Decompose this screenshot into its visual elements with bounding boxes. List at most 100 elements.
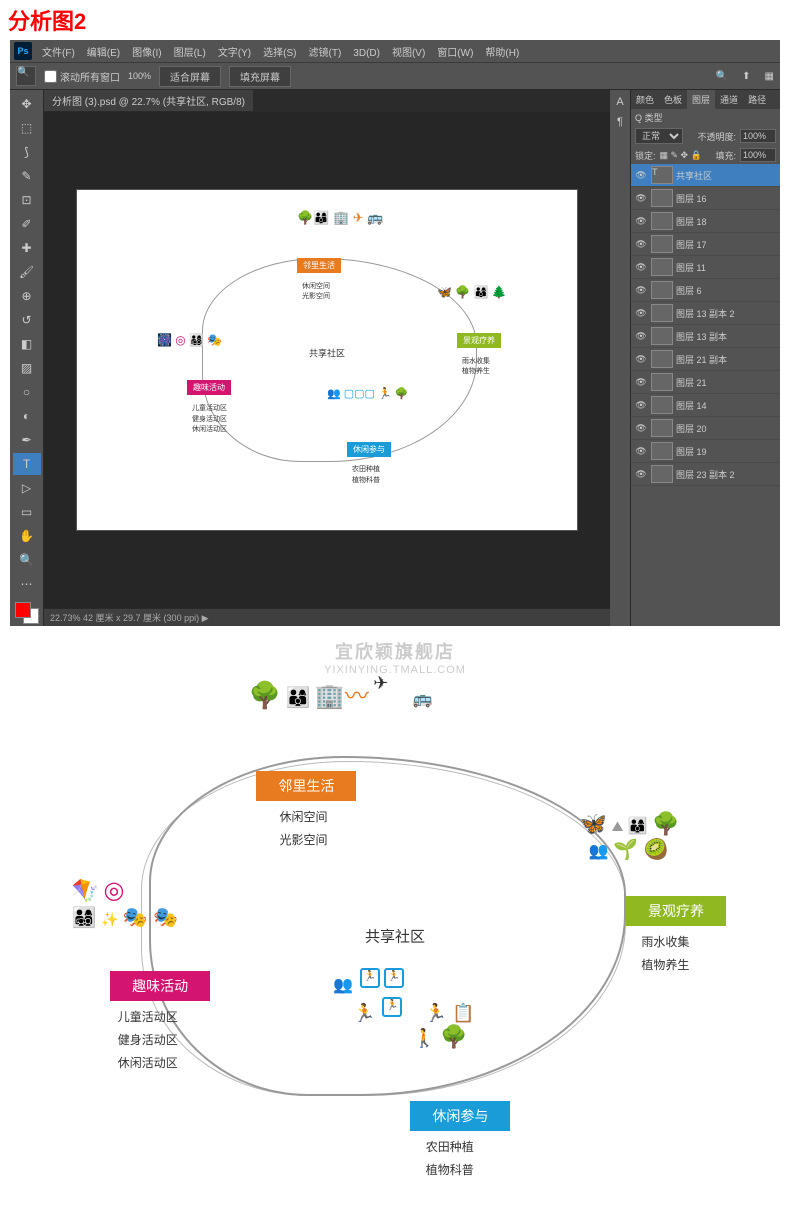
share-icon[interactable]: ⬆ — [742, 71, 750, 82]
layer-thumb — [651, 442, 673, 460]
ps-logo-icon: Ps — [14, 42, 32, 60]
layer-row[interactable]: 👁图层 14 — [631, 394, 780, 417]
visibility-icon[interactable]: 👁 — [634, 170, 648, 181]
hand-tool[interactable]: ✋ — [13, 525, 41, 547]
layer-row[interactable]: 👁图层 16 — [631, 187, 780, 210]
panel-tab[interactable]: 通道 — [715, 90, 743, 109]
layer-name: 图层 18 — [676, 215, 777, 228]
menu-item[interactable]: 视图(V) — [386, 48, 431, 59]
type-tool[interactable]: T — [13, 453, 41, 475]
visibility-icon[interactable]: 👁 — [634, 239, 648, 250]
lg-orange-icons: 🌳 👨‍👩‍👦 🏢〰 ✈ 🚌 — [249, 676, 413, 711]
blend-mode-select[interactable]: 正常 — [635, 128, 683, 144]
canvas[interactable]: 共享社区 🌳👨‍👩‍👦 🏢 ✈ 🚌 邻里生活 休闲空间光影空间 🦋 🌳 👨‍👩‍… — [44, 112, 610, 608]
menu-item[interactable]: 编辑(E) — [81, 48, 126, 59]
layer-row[interactable]: 👁 图层 18 — [631, 210, 780, 233]
brush-tool[interactable]: 🖌 — [13, 261, 41, 283]
zoom-tool[interactable]: 🔍 — [13, 549, 41, 571]
layer-thumb — [651, 189, 673, 207]
menu-item[interactable]: 帮助(H) — [479, 48, 525, 59]
layer-row[interactable]: 👁图层 21 副本 — [631, 348, 780, 371]
fit-screen-button[interactable]: 适合屏幕 — [159, 66, 221, 87]
layer-row[interactable]: 👁图层 6 — [631, 279, 780, 302]
menu-item[interactable]: 3D(D) — [347, 48, 386, 59]
path-select-tool[interactable]: ▷ — [13, 477, 41, 499]
fill-input[interactable] — [740, 148, 776, 162]
menu-item[interactable]: 滤镜(T) — [303, 48, 348, 59]
visibility-icon[interactable]: 👁 — [634, 354, 648, 365]
layer-row[interactable]: 👁图层 11 — [631, 256, 780, 279]
visibility-icon[interactable]: 👁 — [634, 446, 648, 457]
paragraph-panel-icon[interactable]: ¶ — [612, 114, 628, 130]
menu-item[interactable]: 文字(Y) — [212, 48, 257, 59]
layer-row[interactable]: 👁图层 17 — [631, 233, 780, 256]
search-icon[interactable]: 🔍 — [716, 71, 728, 82]
quick-select-tool[interactable]: ✎ — [13, 165, 41, 187]
crop-tool[interactable]: ⊡ — [13, 189, 41, 211]
layer-thumb — [651, 350, 673, 368]
move-tool[interactable]: ✥ — [13, 93, 41, 115]
layer-row[interactable]: 👁图层 21 — [631, 371, 780, 394]
menu-item[interactable]: 文件(F) — [36, 48, 81, 59]
layer-name: 图层 23 副本 2 — [676, 468, 777, 481]
lock-icons[interactable]: ▦ ✎ ✥ 🔒 — [660, 150, 702, 161]
visibility-icon[interactable]: 👁 — [634, 262, 648, 273]
panel-tab[interactable]: 颜色 — [631, 90, 659, 109]
diagram-center-label: 共享社区 — [309, 347, 345, 360]
visibility-icon[interactable]: 👁 — [634, 423, 648, 434]
history-brush-tool[interactable]: ↺ — [13, 309, 41, 331]
visibility-icon[interactable]: 👁 — [634, 308, 648, 319]
rectangle-tool[interactable]: ▭ — [13, 501, 41, 523]
layer-thumb — [651, 258, 673, 276]
workspace: ✥ ⬚ ⟆ ✎ ⊡ ✐ ✚ 🖌 ⊕ ↺ ◧ ▨ ○ ◐ ✒ T ▷ ▭ ✋ 🔍 … — [10, 90, 780, 626]
visibility-icon[interactable]: 👁 — [634, 400, 648, 411]
blue-icons: 👥 ▢▢▢ 🏃 🌳 — [327, 387, 408, 400]
scroll-all-checkbox[interactable]: 滚动所有窗口 — [44, 69, 120, 84]
panel-tab[interactable]: 图层 — [687, 90, 715, 109]
lg-orange-subs: 休闲空间光影空间 — [280, 806, 328, 852]
visibility-icon[interactable]: 👁 — [634, 331, 648, 342]
gradient-tool[interactable]: ▨ — [13, 357, 41, 379]
visibility-icon[interactable]: 👁 — [634, 469, 648, 480]
clone-tool[interactable]: ⊕ — [13, 285, 41, 307]
layer-row[interactable]: 👁图层 13 副本 2 — [631, 302, 780, 325]
layer-row[interactable]: 👁T共享社区 — [631, 164, 780, 187]
artboard: 共享社区 🌳👨‍👩‍👦 🏢 ✈ 🚌 邻里生活 休闲空间光影空间 🦋 🌳 👨‍👩‍… — [77, 190, 577, 530]
eraser-tool[interactable]: ◧ — [13, 333, 41, 355]
workspace-icon[interactable]: ▦ — [765, 71, 774, 82]
menu-item[interactable]: 图像(I) — [126, 48, 167, 59]
menu-item[interactable]: 图层(L) — [168, 48, 212, 59]
document-tab[interactable]: 分析图 (3).psd @ 22.7% (共享社区, RGB/8) — [44, 90, 253, 112]
color-swatches[interactable] — [15, 602, 39, 624]
lg-center-label: 共享社区 — [365, 926, 425, 947]
foreground-color[interactable] — [15, 602, 31, 618]
panel-tab[interactable]: 路径 — [743, 90, 771, 109]
menu-item[interactable]: 选择(S) — [257, 48, 302, 59]
layer-row[interactable]: 👁图层 19 — [631, 440, 780, 463]
opacity-input[interactable] — [740, 129, 776, 143]
eyedropper-tool[interactable]: ✐ — [13, 213, 41, 235]
layer-row[interactable]: 👁图层 20 — [631, 417, 780, 440]
edit-toolbar[interactable]: ⋯ — [13, 573, 41, 595]
orange-node: 邻里生活 — [297, 258, 341, 273]
fill-screen-button[interactable]: 填充屏幕 — [229, 66, 291, 87]
character-panel-icon[interactable]: A — [612, 94, 628, 110]
kind-filter[interactable]: Q 类型 — [635, 111, 663, 124]
green-icons: 🦋 🌳 👨‍👩‍👦 🌲 — [437, 285, 507, 299]
visibility-icon[interactable]: 👁 — [634, 377, 648, 388]
layer-row[interactable]: 👁 图层 23 副本 2 — [631, 463, 780, 486]
lg-blue-subs: 农田种植植物科普 — [426, 1136, 474, 1182]
lasso-tool[interactable]: ⟆ — [13, 141, 41, 163]
blur-tool[interactable]: ○ — [13, 381, 41, 403]
spot-heal-tool[interactable]: ✚ — [13, 237, 41, 259]
visibility-icon[interactable]: 👁 — [634, 193, 648, 204]
visibility-icon[interactable]: 👁 — [634, 216, 648, 227]
lg-green-subs: 雨水收集植物养生 — [641, 931, 689, 977]
pen-tool[interactable]: ✒ — [13, 429, 41, 451]
layer-row[interactable]: 👁图层 13 副本 — [631, 325, 780, 348]
marquee-tool[interactable]: ⬚ — [13, 117, 41, 139]
panel-tab[interactable]: 色板 — [659, 90, 687, 109]
dodge-tool[interactable]: ◐ — [13, 405, 41, 427]
visibility-icon[interactable]: 👁 — [634, 285, 648, 296]
menu-item[interactable]: 窗口(W) — [431, 48, 479, 59]
